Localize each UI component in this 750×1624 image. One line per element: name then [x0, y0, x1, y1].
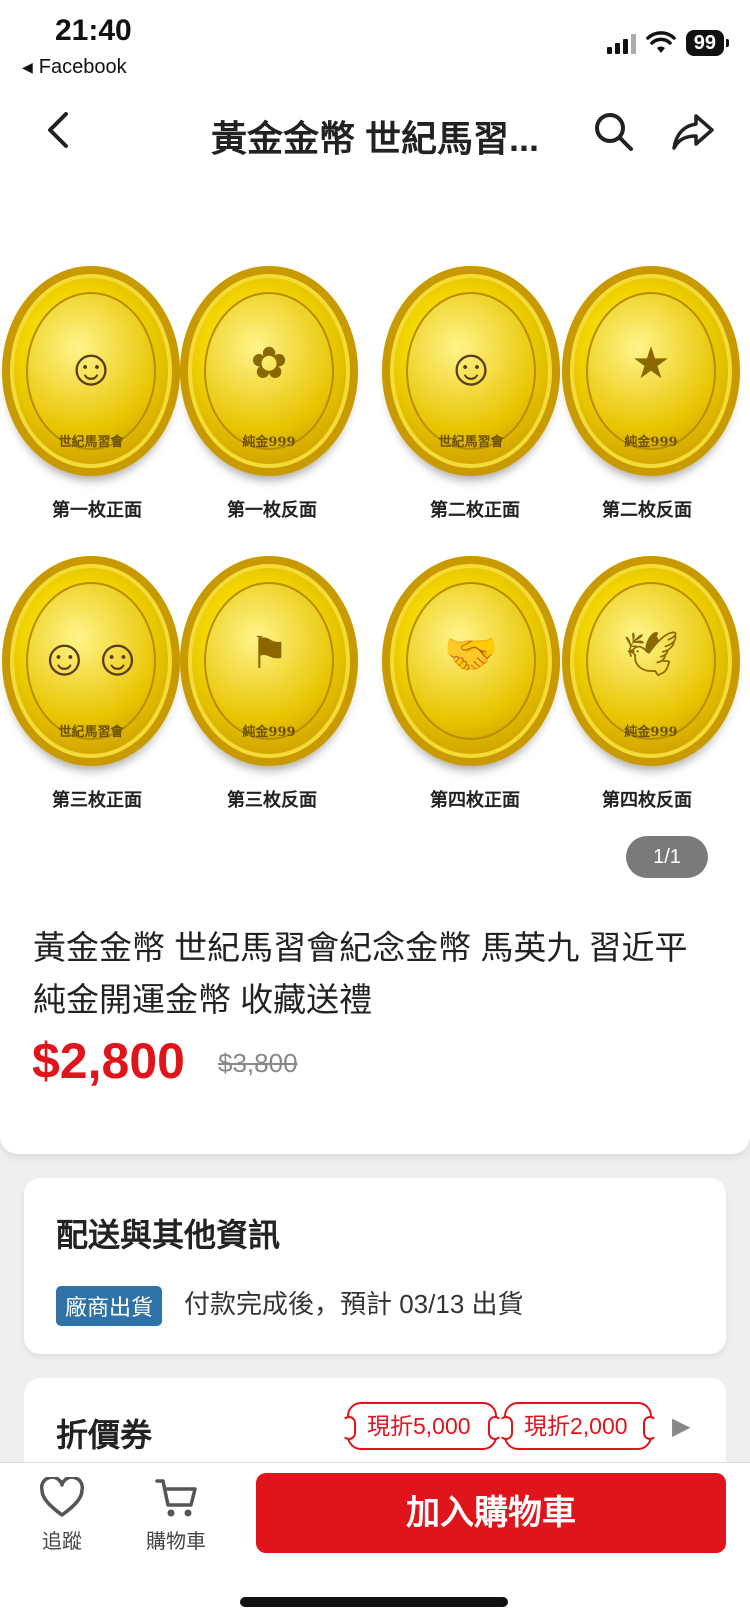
- coin-caption: 第二枚反面: [602, 500, 692, 520]
- coin-image: ☺ 世紀馬習會: [382, 266, 560, 476]
- add-to-cart-button[interactable]: 加入購物車: [256, 1473, 726, 1553]
- coin-image: ☺ 世紀馬習會: [2, 266, 180, 476]
- status-bar: 21:40 ◀ Facebook 99: [0, 0, 750, 88]
- coin-motif: ⚑: [249, 629, 289, 678]
- product-title: 黃金金幣 世紀馬習會紀念金幣 馬英九 習近平 純金開運金幣 收藏送禮: [33, 929, 688, 1018]
- vendor-shipping-badge: 廠商出貨: [56, 1286, 163, 1326]
- coin-caption: 第一枚正面: [52, 500, 142, 520]
- chevron-left-icon[interactable]: [36, 106, 84, 154]
- coupon-tag[interactable]: 現折5,000: [342, 1402, 502, 1450]
- coin-image: ★ 純金999: [562, 266, 740, 476]
- coin-image: ☺☺ 世紀馬習會: [2, 556, 180, 766]
- page-title: 黃金金幣 世紀馬習...: [210, 118, 539, 159]
- cart-label: 購物車: [146, 1531, 206, 1553]
- coin-image: ✿ 純金999: [180, 266, 358, 476]
- cart-button[interactable]: 購物車: [136, 1477, 216, 1554]
- coupon-tag[interactable]: 現折2,000: [499, 1402, 657, 1450]
- coin-motif: ★: [631, 339, 671, 388]
- search-icon[interactable]: [590, 108, 636, 154]
- coin-caption: 第四枚反面: [602, 790, 692, 810]
- coin-inscription: 世紀馬習會: [58, 725, 124, 740]
- coin-caption: 第二枚正面: [430, 500, 520, 520]
- coin-set: 🤝 第四枚正面 🕊 純金999 第四枚反面: [375, 556, 750, 841]
- chevron-right-icon[interactable]: ▶: [672, 1412, 690, 1441]
- cellular-signal-icon: [606, 32, 636, 54]
- coin-set: ☺ 世紀馬習會 第一枚正面 ✿ 純金999 第一枚反面: [0, 266, 375, 551]
- coin-caption: 第三枚反面: [227, 790, 317, 810]
- coin-inscription: 純金999: [242, 725, 296, 740]
- original-price: $3,800: [218, 1048, 298, 1078]
- home-indicator: [240, 1597, 508, 1607]
- coupon-heading: 折價券: [56, 1417, 153, 1453]
- coin-inscription: 世紀馬習會: [58, 435, 124, 450]
- coin-set: ☺ 世紀馬習會 第二枚正面 ★ 純金999 第二枚反面: [375, 266, 750, 551]
- status-indicators: 99: [606, 30, 730, 56]
- status-time: 21:40: [55, 14, 132, 47]
- coin-motif: 🕊: [623, 630, 679, 679]
- follow-button[interactable]: 追蹤: [22, 1477, 102, 1554]
- shipping-estimate: 付款完成後，預計 03/13 出貨: [184, 1289, 524, 1319]
- battery-indicator: 99: [685, 30, 730, 56]
- coin-motif: 🤝: [443, 630, 499, 679]
- sale-price: $2,800: [32, 1033, 185, 1089]
- share-icon[interactable]: [670, 108, 716, 154]
- coin-motif: ✿: [250, 339, 288, 388]
- image-pager: 1/1: [626, 836, 708, 878]
- shipping-heading: 配送與其他資訊: [56, 1217, 281, 1253]
- coin-set: ☺☺ 世紀馬習會 第三枚正面 ⚑ 純金999 第三枚反面: [0, 556, 375, 841]
- coin-image: 🤝: [382, 556, 560, 766]
- coin-caption: 第三枚正面: [52, 790, 142, 810]
- back-triangle-icon: ◀: [22, 59, 33, 75]
- bottom-action-bar: 追蹤 購物車 加入購物車: [0, 1462, 750, 1624]
- back-app-label: Facebook: [38, 56, 127, 78]
- coin-caption: 第四枚正面: [430, 790, 520, 810]
- product-image-gallery[interactable]: ☺ 世紀馬習會 第一枚正面 ✿ 純金999 第一枚反面 ☺ 世紀馬習會 第二枚正…: [0, 266, 750, 836]
- coin-inscription: 純金999: [624, 725, 678, 740]
- coin-caption: 第一枚反面: [227, 500, 317, 520]
- back-to-app-link[interactable]: ◀ Facebook: [22, 56, 127, 79]
- shipping-info-card[interactable]: 配送與其他資訊 廠商出貨 付款完成後，預計 03/13 出貨: [24, 1178, 726, 1354]
- coin-inscription: 純金999: [624, 435, 678, 450]
- top-nav: 黃金金幣 世紀馬習...: [0, 88, 750, 176]
- coin-image: 🕊 純金999: [562, 556, 740, 766]
- coin-image: ⚑ 純金999: [180, 556, 358, 766]
- coin-motif: ☺: [64, 339, 118, 397]
- follow-label: 追蹤: [42, 1531, 82, 1553]
- cart-icon: [155, 1479, 197, 1517]
- heart-icon: [39, 1477, 85, 1517]
- wifi-icon: [646, 31, 676, 53]
- coin-motif: ☺: [444, 339, 498, 397]
- product-card: ☺ 世紀馬習會 第一枚正面 ✿ 純金999 第一枚反面 ☺ 世紀馬習會 第二枚正…: [0, 176, 750, 1154]
- coin-inscription: 純金999: [242, 435, 296, 450]
- coin-inscription: 世紀馬習會: [438, 435, 504, 450]
- coin-motif: ☺☺: [37, 629, 145, 687]
